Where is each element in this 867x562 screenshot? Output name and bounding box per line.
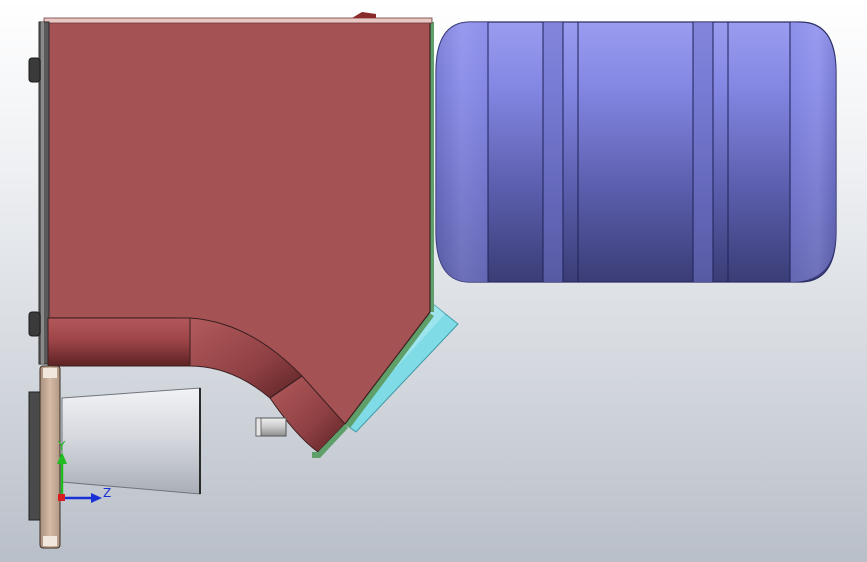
x-axis-dot: [58, 494, 65, 501]
cad-viewport[interactable]: Y Z: [0, 0, 867, 562]
inlet-funnel[interactable]: [61, 387, 201, 495]
z-axis-arrow: [91, 493, 102, 503]
y-axis-label: Y: [57, 439, 66, 453]
model-canvas[interactable]: Y Z: [0, 0, 867, 562]
tank[interactable]: [435, 21, 837, 283]
z-axis-label: Z: [103, 486, 111, 500]
mounting-plate[interactable]: [28, 365, 61, 549]
stub-cylinder[interactable]: [255, 417, 287, 437]
